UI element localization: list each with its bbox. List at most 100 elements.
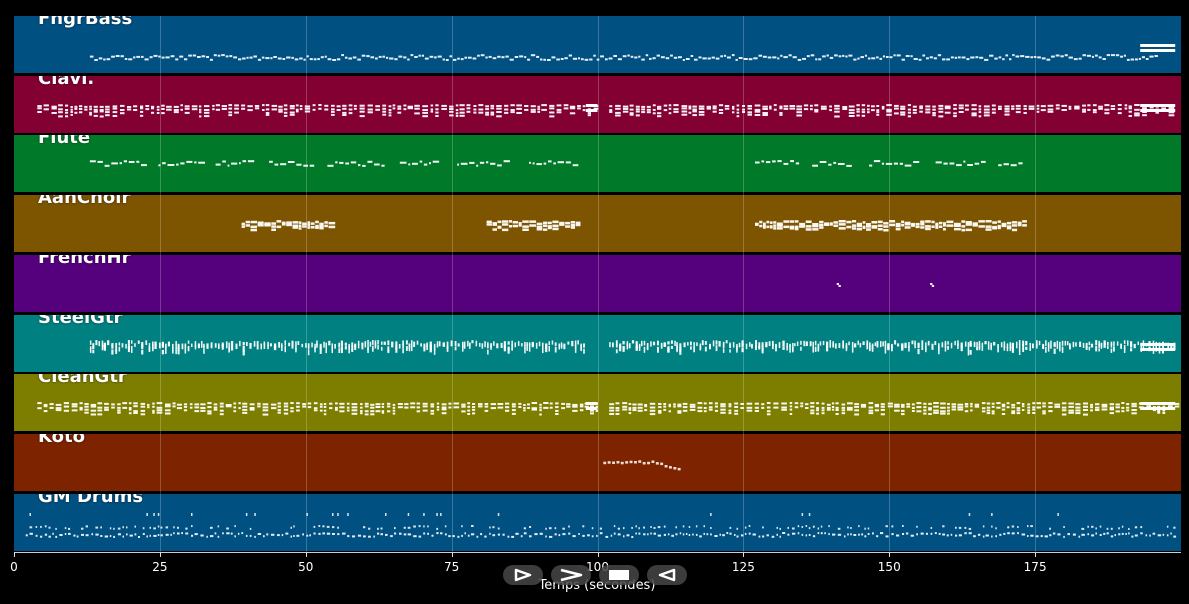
note (173, 105, 179, 108)
note (242, 409, 248, 412)
note (348, 57, 352, 60)
note (392, 107, 396, 110)
note (398, 55, 403, 58)
note (133, 410, 138, 413)
note (634, 56, 638, 59)
note (185, 527, 188, 530)
note (810, 412, 815, 415)
note (473, 108, 477, 111)
note (377, 344, 379, 350)
note (133, 412, 138, 415)
note (435, 107, 439, 110)
note (729, 348, 731, 353)
note (404, 406, 409, 409)
note (1140, 108, 1176, 112)
note (835, 409, 839, 412)
note (354, 344, 357, 350)
note (262, 413, 269, 416)
note (158, 164, 161, 167)
stop-button[interactable] (599, 565, 639, 585)
note (706, 107, 711, 110)
note (862, 221, 866, 224)
note (1061, 402, 1067, 405)
note (679, 531, 682, 534)
note (368, 527, 371, 530)
note (454, 340, 457, 346)
note (134, 525, 136, 528)
note (627, 54, 630, 57)
note (361, 342, 364, 349)
note (695, 524, 698, 527)
note (351, 406, 358, 409)
note (377, 532, 380, 535)
note (632, 409, 637, 412)
note (547, 59, 551, 61)
note (89, 113, 92, 116)
note (217, 54, 221, 57)
note (846, 225, 852, 229)
note (860, 56, 864, 59)
note (885, 524, 888, 527)
note (127, 345, 130, 352)
note (408, 347, 411, 351)
track-steelgtr: SteelGtr (14, 314, 1181, 372)
note (289, 104, 295, 107)
note (932, 113, 936, 116)
note (957, 56, 961, 59)
note (105, 105, 110, 108)
note (790, 160, 794, 163)
note (536, 222, 543, 226)
note (55, 407, 62, 410)
note (341, 54, 344, 57)
note (854, 403, 859, 406)
note (938, 115, 944, 118)
note (1030, 524, 1033, 527)
note (441, 412, 447, 415)
note (1140, 531, 1143, 534)
note (141, 343, 144, 349)
note (530, 110, 536, 113)
note (142, 526, 145, 529)
note (457, 342, 460, 347)
play-button[interactable] (503, 565, 543, 585)
note (938, 349, 940, 354)
note (746, 409, 753, 412)
note (759, 224, 763, 228)
note (642, 461, 646, 465)
note (1028, 105, 1035, 108)
note (149, 534, 151, 537)
note (1056, 340, 1059, 345)
note (740, 407, 744, 410)
note (1121, 532, 1124, 535)
note (779, 106, 783, 109)
note (894, 403, 900, 406)
note (591, 526, 594, 529)
note (641, 108, 646, 111)
note (134, 532, 137, 535)
note (199, 115, 202, 118)
note (539, 409, 542, 412)
note (1127, 340, 1129, 346)
fast-forward-button[interactable] (551, 565, 591, 585)
note (607, 461, 611, 464)
note (1023, 111, 1027, 114)
note (1011, 346, 1014, 353)
note (748, 524, 751, 527)
note (74, 107, 78, 110)
rewind-button[interactable] (647, 565, 687, 585)
note (820, 107, 827, 110)
note (657, 340, 659, 345)
note (585, 108, 598, 112)
note (105, 113, 110, 116)
note (554, 526, 557, 529)
note (242, 341, 245, 345)
note (496, 114, 502, 117)
note (938, 532, 941, 535)
note (316, 343, 318, 348)
note (388, 108, 392, 111)
note (453, 402, 460, 405)
note (360, 403, 363, 406)
note (810, 409, 815, 412)
note (634, 460, 637, 464)
note (657, 107, 662, 110)
